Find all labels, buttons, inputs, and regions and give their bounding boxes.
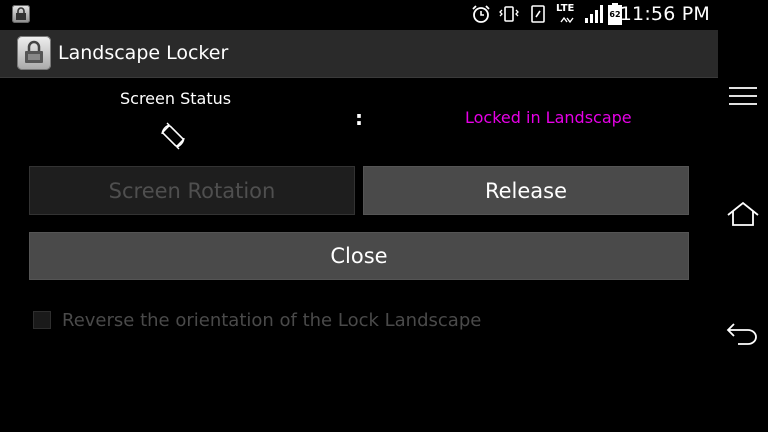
- navigation-bar: [718, 0, 768, 432]
- screen-rotation-button[interactable]: Screen Rotation: [29, 166, 355, 215]
- reverse-orientation-checkbox[interactable]: [33, 311, 51, 329]
- nfc-icon: [531, 5, 545, 23]
- lte-label: LTE: [556, 3, 575, 14]
- close-button[interactable]: Close: [29, 232, 689, 280]
- lte-icon: LTE: [556, 3, 578, 26]
- status-bar: LTE 62 11:56 PM: [0, 0, 718, 30]
- status-separator: :: [355, 106, 363, 130]
- release-button[interactable]: Release: [363, 166, 689, 215]
- status-value: Locked in Landscape: [465, 108, 632, 127]
- vibrate-icon: [499, 6, 519, 22]
- clock: 11:56 PM: [619, 3, 710, 25]
- reverse-orientation-label[interactable]: Reverse the orientation of the Lock Land…: [62, 310, 481, 331]
- screen-status-label: Screen Status: [120, 89, 232, 108]
- screen-rotation-icon: [161, 122, 185, 150]
- home-icon[interactable]: [726, 201, 760, 227]
- action-bar: Landscape Locker: [0, 30, 718, 78]
- back-icon[interactable]: [726, 320, 758, 348]
- alarm-icon: [472, 5, 490, 23]
- screen: LTE 62 11:56 PM Landscape Locker Screen …: [0, 0, 768, 432]
- lock-app-icon[interactable]: [17, 36, 51, 70]
- signal-icon: [585, 5, 603, 23]
- app-notification-icon: [12, 5, 30, 23]
- menu-icon[interactable]: [728, 85, 758, 107]
- app-title: Landscape Locker: [58, 42, 229, 64]
